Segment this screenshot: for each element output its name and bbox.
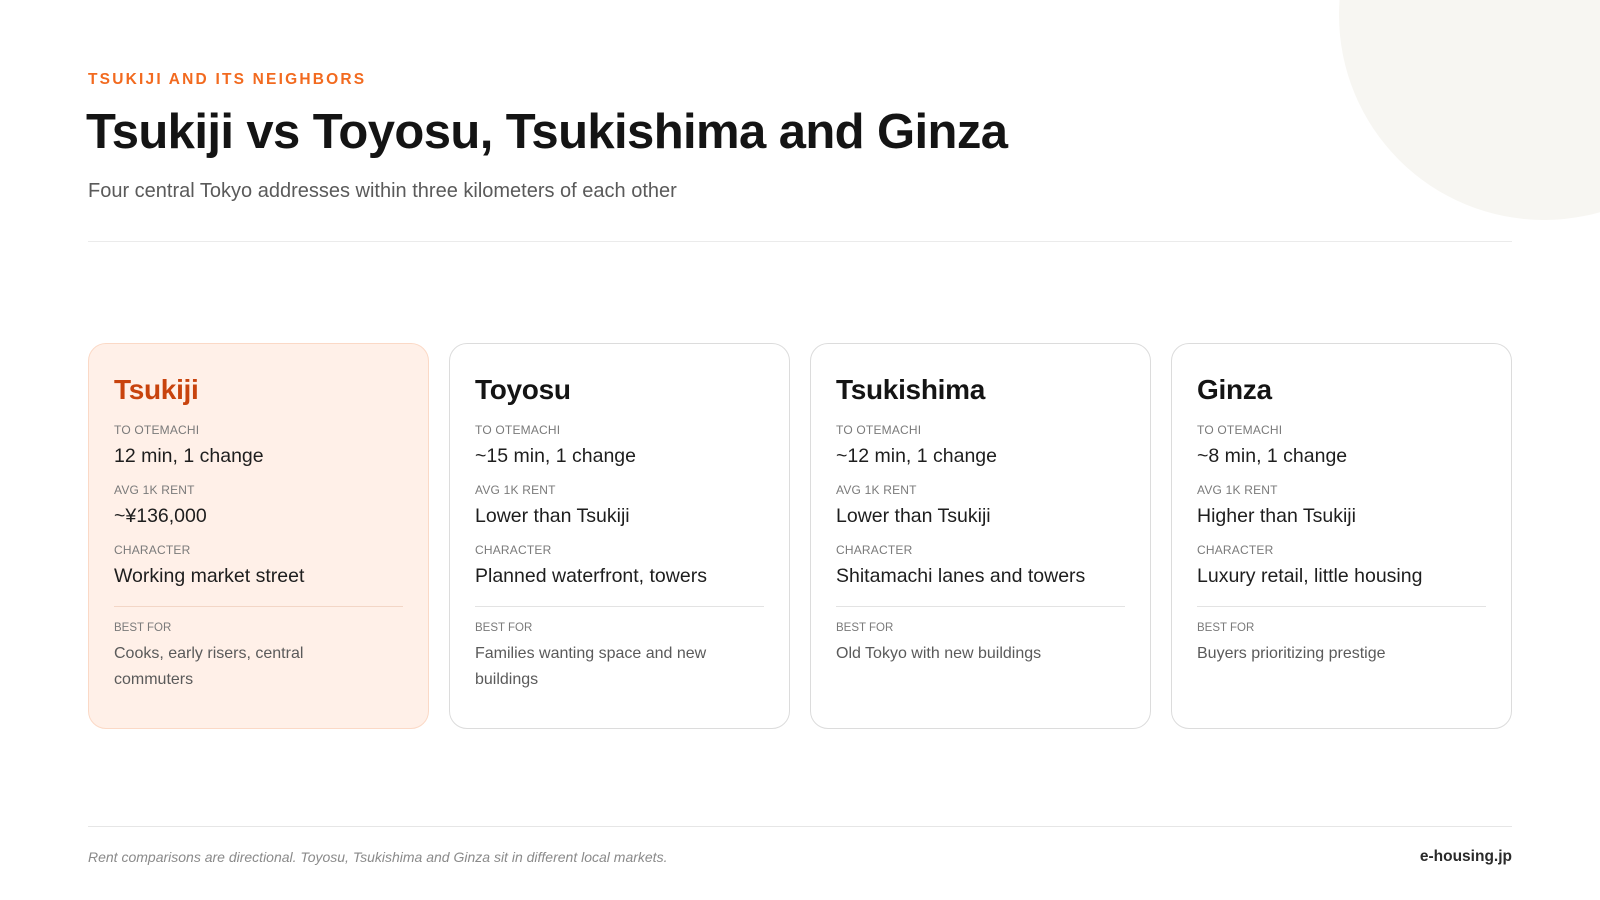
rent-field: AVG 1K RENT Lower than Tsukiji	[836, 482, 1125, 530]
card-divider	[114, 606, 403, 607]
character-value: Shitamachi lanes and towers	[836, 565, 1086, 587]
card-divider	[475, 606, 764, 607]
best-for-label: BEST FOR	[1197, 622, 1255, 634]
best-for-label: BEST FOR	[114, 622, 172, 634]
rent-value: Lower than Tsukiji	[475, 505, 630, 527]
card-ginza: Ginza TO OTEMACHI ~8 min, 1 change AVG 1…	[1171, 343, 1512, 729]
character-label: CHARACTER	[475, 543, 552, 557]
card-divider	[1197, 606, 1486, 607]
page-title: Tsukiji vs Toyosu, Tsukishima and Ginza	[86, 105, 1008, 159]
rent-label: AVG 1K RENT	[836, 483, 917, 497]
rent-field: AVG 1K RENT Higher than Tsukiji	[1197, 482, 1486, 530]
commute-label: TO OTEMACHI	[1197, 423, 1283, 437]
character-field: CHARACTER Luxury retail, little housing	[1197, 542, 1486, 590]
character-label: CHARACTER	[114, 543, 191, 557]
commute-value: ~12 min, 1 change	[836, 445, 997, 467]
character-field: CHARACTER Working market street	[114, 542, 403, 590]
card-tsukiji: Tsukiji TO OTEMACHI 12 min, 1 change AVG…	[88, 343, 429, 729]
commute-value: ~15 min, 1 change	[475, 445, 636, 467]
best-for-label: BEST FOR	[836, 622, 894, 634]
commute-field: TO OTEMACHI ~15 min, 1 change	[475, 422, 764, 470]
header-divider	[88, 241, 1512, 242]
commute-value: ~8 min, 1 change	[1197, 445, 1348, 467]
rent-field: AVG 1K RENT Lower than Tsukiji	[475, 482, 764, 530]
commute-label: TO OTEMACHI	[114, 423, 200, 437]
character-value: Planned waterfront, towers	[475, 565, 707, 587]
brand-name: e-housing.jp	[1419, 848, 1512, 865]
character-field: CHARACTER Shitamachi lanes and towers	[836, 542, 1125, 590]
commute-label: TO OTEMACHI	[836, 423, 922, 437]
decorative-circle	[1339, 0, 1600, 220]
rent-value: Lower than Tsukiji	[836, 505, 991, 527]
character-field: CHARACTER Planned waterfront, towers	[475, 542, 764, 590]
card-title: Tsukiji	[114, 374, 199, 405]
card-title: Toyosu	[475, 374, 571, 405]
card-tsukishima: Tsukishima TO OTEMACHI ~12 min, 1 change…	[810, 343, 1151, 729]
rent-label: AVG 1K RENT	[1197, 483, 1278, 497]
rent-field: AVG 1K RENT ~¥136,000	[114, 482, 403, 530]
footnote: Rent comparisons are directional. Toyosu…	[88, 849, 668, 865]
rent-label: AVG 1K RENT	[475, 483, 556, 497]
character-value: Luxury retail, little housing	[1197, 565, 1423, 587]
commute-label: TO OTEMACHI	[475, 423, 561, 437]
rent-label: AVG 1K RENT	[114, 483, 195, 497]
slide: TSUKIJI AND ITS NEIGHBORS Tsukiji vs Toy…	[0, 0, 1600, 900]
commute-value: 12 min, 1 change	[114, 445, 264, 467]
eyebrow-label: TSUKIJI AND ITS NEIGHBORS	[88, 71, 367, 88]
footer-divider	[88, 826, 1512, 827]
commute-field: TO OTEMACHI ~8 min, 1 change	[1197, 422, 1486, 470]
card-title: Tsukishima	[836, 374, 985, 405]
rent-value: Higher than Tsukiji	[1197, 505, 1356, 527]
commute-field: TO OTEMACHI ~12 min, 1 change	[836, 422, 1125, 470]
best-for-value: Families wanting space and new buildings	[475, 645, 707, 688]
character-label: CHARACTER	[836, 543, 913, 557]
comparison-cards: Tsukiji TO OTEMACHI 12 min, 1 change AVG…	[88, 343, 1512, 729]
page-subtitle: Four central Tokyo addresses within thre…	[88, 180, 677, 202]
card-toyosu: Toyosu TO OTEMACHI ~15 min, 1 change AVG…	[449, 343, 790, 729]
card-divider	[836, 606, 1125, 607]
commute-field: TO OTEMACHI 12 min, 1 change	[114, 422, 403, 470]
best-for-value: Buyers prioritizing prestige	[1197, 645, 1386, 662]
best-for-value: Cooks, early risers, central commuters	[114, 645, 304, 688]
rent-value: ~¥136,000	[114, 505, 207, 527]
best-for-label: BEST FOR	[475, 622, 533, 634]
best-for-value: Old Tokyo with new buildings	[836, 645, 1042, 662]
character-label: CHARACTER	[1197, 543, 1274, 557]
character-value: Working market street	[114, 565, 305, 587]
card-title: Ginza	[1197, 374, 1272, 405]
